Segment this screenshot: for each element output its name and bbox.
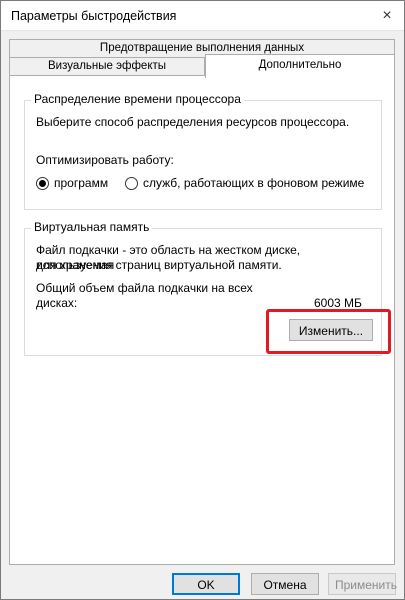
- performance-options-window: Параметры быстродействия × Предотвращени…: [0, 0, 405, 600]
- window-title: Параметры быстродействия: [11, 9, 177, 23]
- title-bar: Параметры быстродействия ×: [1, 1, 404, 31]
- dialog-footer: OK Отмена Применить: [1, 567, 404, 599]
- radio-programs-indicator[interactable]: [36, 176, 49, 190]
- cancel-button[interactable]: Отмена: [251, 573, 319, 595]
- cpu-scheduling-group: Распределение времени процессора Выберит…: [24, 92, 382, 210]
- optimize-label: Оптимизировать работу:: [36, 153, 174, 167]
- radio-background-services-indicator[interactable]: [125, 176, 138, 190]
- vm-description-line2: для хранения страниц виртуальной памяти.: [36, 258, 282, 272]
- radio-background-services-label: служб, работающих в фоновом режиме: [143, 176, 365, 190]
- tab-advanced[interactable]: Дополнительно: [205, 54, 395, 78]
- cpu-group-legend: Распределение времени процессора: [31, 92, 244, 106]
- cpu-description: Выберите способ распределения ресурсов п…: [36, 115, 350, 129]
- radio-programs[interactable]: программ: [36, 176, 108, 190]
- radio-programs-label: программ: [54, 176, 109, 190]
- tab-visual-effects[interactable]: Визуальные эффекты: [9, 57, 205, 76]
- vm-total-label-line2: дисках:: [36, 296, 78, 310]
- close-icon[interactable]: ×: [370, 1, 404, 31]
- ok-button[interactable]: OK: [172, 573, 240, 595]
- vm-group-legend: Виртуальная память: [31, 220, 153, 234]
- apply-button[interactable]: Применить: [328, 573, 397, 595]
- vm-total-label-line1: Общий объем файла подкачки на всех: [36, 281, 253, 295]
- highlight-box: [266, 309, 391, 354]
- radio-background-services[interactable]: служб, работающих в фоновом режиме: [125, 176, 364, 190]
